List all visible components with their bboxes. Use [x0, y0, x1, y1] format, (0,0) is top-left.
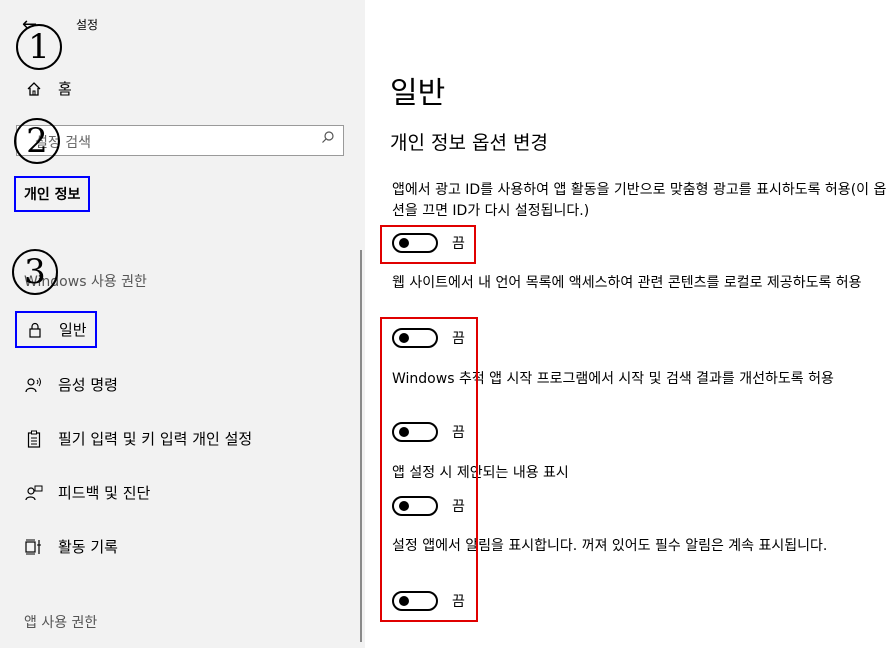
sidebar-item-activity-history[interactable]: 활동 기록	[24, 536, 118, 557]
annotation-circle-3: 3	[12, 249, 58, 295]
annotation-red-box	[380, 317, 478, 622]
sidebar: ← 설정 홈 설정 검색 개인 정보 Windows 사용 권한 일반 음성 명…	[0, 0, 365, 648]
timeline-icon	[24, 539, 44, 555]
scrollbar[interactable]	[360, 250, 362, 642]
section-subtitle: 개인 정보 옵션 변경	[390, 132, 548, 154]
annotation-red-box	[380, 225, 476, 264]
setting-description: 앱에서 광고 ID를 사용하여 앱 활동을 기반으로 맞춤형 광고를 표시하도록…	[392, 182, 887, 219]
clipboard-icon	[24, 430, 44, 448]
sidebar-item-label: 활동 기록	[58, 538, 118, 556]
sidebar-item-label: 필기 입력 및 키 입력 개인 설정	[58, 430, 253, 448]
annotation-circle-1: 1	[16, 24, 62, 70]
sidebar-item-general[interactable]: 일반	[15, 311, 97, 348]
home-icon	[24, 81, 44, 97]
sidebar-item-label: 일반	[59, 321, 87, 339]
sidebar-item-speech[interactable]: 음성 명령	[24, 374, 118, 395]
privacy-header: 개인 정보	[14, 176, 91, 212]
feedback-icon	[24, 485, 44, 501]
sidebar-item-home[interactable]: 홈	[24, 78, 72, 99]
search-icon[interactable]	[321, 130, 335, 148]
lock-icon	[25, 322, 45, 338]
sidebar-item-label: 피드백 및 진단	[58, 484, 151, 502]
sidebar-item-label: 음성 명령	[58, 376, 118, 394]
window-title: 설정	[76, 18, 99, 32]
sidebar-item-feedback[interactable]: 피드백 및 진단	[24, 482, 150, 503]
app-permission-header: 앱 사용 권한	[24, 615, 98, 631]
annotation-circle-2: 2	[14, 118, 60, 164]
setting-description: 웹 사이트에서 내 언어 목록에 액세스하여 관련 콘텐츠를 로컬로 제공하도록…	[392, 275, 862, 291]
page-title: 일반	[390, 76, 446, 111]
speech-icon	[24, 377, 44, 393]
search-input[interactable]: 설정 검색	[16, 125, 344, 156]
sidebar-item-inking-typing[interactable]: 필기 입력 및 키 입력 개인 설정	[24, 428, 252, 449]
home-label: 홈	[58, 80, 72, 98]
